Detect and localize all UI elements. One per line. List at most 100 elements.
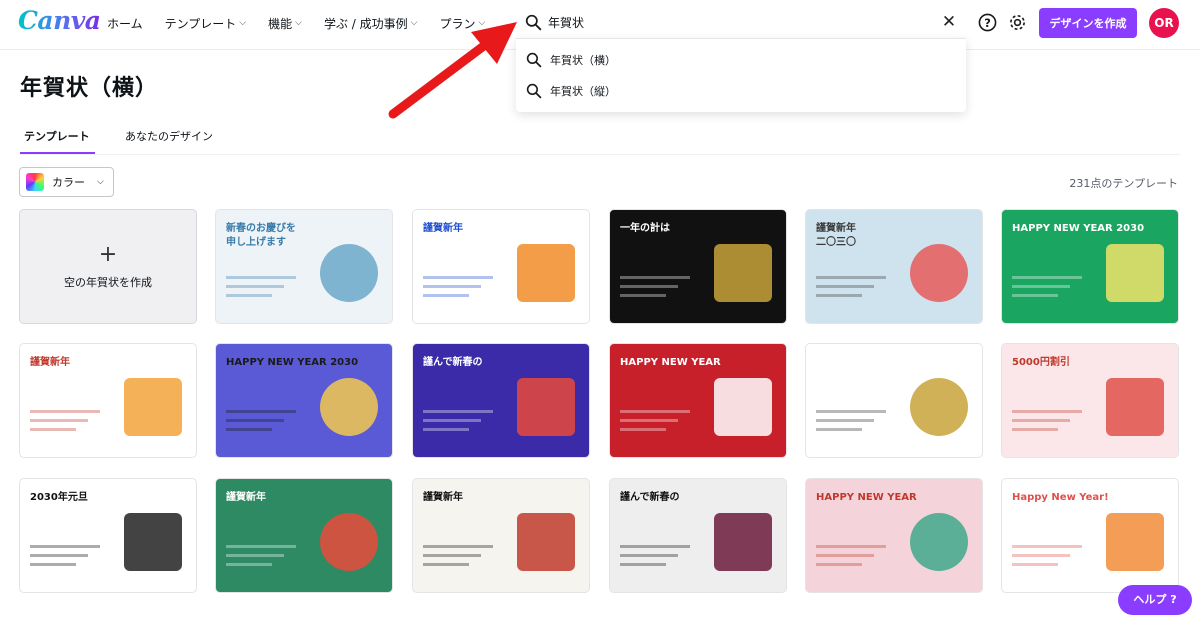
template-card[interactable]: 謹賀新年	[412, 478, 590, 593]
template-text-line	[816, 428, 862, 431]
template-text-line	[226, 419, 284, 422]
template-card[interactable]: 謹賀新年	[215, 478, 393, 593]
template-card[interactable]: HAPPY NEW YEAR 2030	[1001, 209, 1179, 324]
template-card[interactable]: HAPPY NEW YEAR	[805, 478, 983, 593]
template-text-line	[226, 563, 272, 566]
template-card[interactable]: 謹賀新年	[412, 209, 590, 324]
template-text-line	[226, 294, 272, 297]
help-button[interactable]: ヘルプ ?	[1118, 585, 1192, 615]
template-text-line	[620, 285, 678, 288]
template-artwork	[320, 513, 378, 571]
template-text-line	[226, 285, 284, 288]
template-text: 2030年元旦	[30, 492, 88, 503]
template-count: 231点のテンプレート	[1069, 177, 1178, 190]
template-text-line	[30, 428, 76, 431]
template-text-line	[226, 410, 296, 413]
search-suggestions: 年賀状（横） 年賀状（縦）	[516, 38, 966, 112]
template-text-line	[423, 563, 469, 566]
template-text-line	[30, 545, 100, 548]
template-card[interactable]: 謹賀新年 二〇三〇	[805, 209, 983, 324]
template-text: Happy New Year!	[1012, 492, 1109, 503]
template-artwork	[517, 244, 575, 302]
template-card[interactable]: 一年の計は	[609, 209, 787, 324]
template-card[interactable]: Happy New Year!	[1001, 478, 1179, 593]
template-text-line	[816, 410, 886, 413]
create-blank-card[interactable]: + 空の年賀状を作成	[19, 209, 197, 324]
template-text-line	[423, 294, 469, 297]
nav-features[interactable]: 機能 ⌵	[268, 15, 302, 32]
template-artwork	[320, 244, 378, 302]
template-text: 5000円割引	[1012, 357, 1070, 368]
nav-templates[interactable]: テンプレート ⌵	[165, 15, 246, 32]
template-text-line	[423, 285, 481, 288]
template-text-line	[226, 545, 296, 548]
chevron-down-icon: ⌵	[239, 18, 247, 28]
template-text-line	[226, 276, 296, 279]
template-text-line	[620, 410, 690, 413]
close-icon[interactable]: ✕	[940, 13, 958, 31]
tab-your-designs[interactable]: あなたのデザイン	[125, 128, 213, 144]
template-text-line	[423, 428, 469, 431]
template-artwork	[320, 378, 378, 436]
template-artwork	[910, 513, 968, 571]
template-text-line	[1012, 410, 1082, 413]
template-text: 新春のお慶びを 申し上げます	[226, 223, 296, 248]
suggestion-item[interactable]: 年賀状（横）	[516, 45, 966, 75]
template-text-line	[1012, 294, 1058, 297]
template-artwork	[124, 378, 182, 436]
template-card[interactable]: 5000円割引	[1001, 343, 1179, 458]
template-artwork	[517, 513, 575, 571]
template-text-line	[30, 410, 100, 413]
avatar[interactable]: OR	[1149, 8, 1179, 38]
template-text-line	[30, 563, 76, 566]
template-text-line	[1012, 554, 1070, 557]
template-text-line	[620, 419, 678, 422]
chevron-down-icon: ⌵	[295, 18, 302, 28]
template-text: 謹賀新年	[423, 223, 463, 234]
template-card[interactable]: 新春のお慶びを 申し上げます	[215, 209, 393, 324]
template-card[interactable]: HAPPY NEW YEAR	[609, 343, 787, 458]
template-text: 謹賀新年	[30, 357, 70, 368]
create-design-button[interactable]: デザインを作成	[1039, 8, 1137, 38]
template-text-line	[816, 285, 874, 288]
template-text-line	[816, 294, 862, 297]
divider	[20, 154, 1180, 155]
template-card[interactable]	[805, 343, 983, 458]
template-text: 謹賀新年	[226, 492, 266, 503]
template-card[interactable]: 2030年元旦	[19, 478, 197, 593]
template-text-line	[226, 554, 284, 557]
search-input[interactable]	[548, 11, 928, 34]
color-filter-button[interactable]: カラー ⌵	[19, 167, 114, 197]
template-text: HAPPY NEW YEAR	[620, 357, 721, 368]
template-artwork	[1106, 513, 1164, 571]
template-text-line	[1012, 563, 1058, 566]
template-artwork	[124, 513, 182, 571]
template-card[interactable]: HAPPY NEW YEAR 2030	[215, 343, 393, 458]
template-text-line	[423, 545, 493, 548]
template-card[interactable]: 謹んで新春の	[609, 478, 787, 593]
svg-text:?: ?	[984, 16, 991, 30]
template-card[interactable]: 謹んで新春の	[412, 343, 590, 458]
tab-templates[interactable]: テンプレート	[24, 128, 90, 144]
template-text: 謹賀新年	[423, 492, 463, 503]
suggestion-item[interactable]: 年賀状（縦）	[516, 76, 966, 106]
gear-icon[interactable]	[1008, 13, 1027, 32]
chevron-down-icon: ⌵	[97, 177, 104, 187]
search-icon	[526, 52, 542, 68]
template-text-line	[620, 545, 690, 548]
template-text-line	[423, 276, 493, 279]
canva-logo[interactable]: Canva	[18, 6, 101, 35]
template-card[interactable]: 謹賀新年	[19, 343, 197, 458]
template-text: 謹んで新春の	[620, 492, 680, 503]
template-text-line	[620, 276, 690, 279]
template-text-line	[30, 554, 88, 557]
template-text: 謹賀新年 二〇三〇	[816, 223, 856, 248]
template-artwork	[1106, 378, 1164, 436]
color-swatch-icon	[26, 173, 44, 191]
template-text-line	[816, 276, 886, 279]
page-title: 年賀状（横）	[20, 76, 159, 101]
template-text: 一年の計は	[620, 223, 670, 234]
help-circle-icon[interactable]: ?	[978, 13, 997, 32]
template-text-line	[816, 554, 874, 557]
nav-home[interactable]: ホーム	[107, 15, 143, 32]
